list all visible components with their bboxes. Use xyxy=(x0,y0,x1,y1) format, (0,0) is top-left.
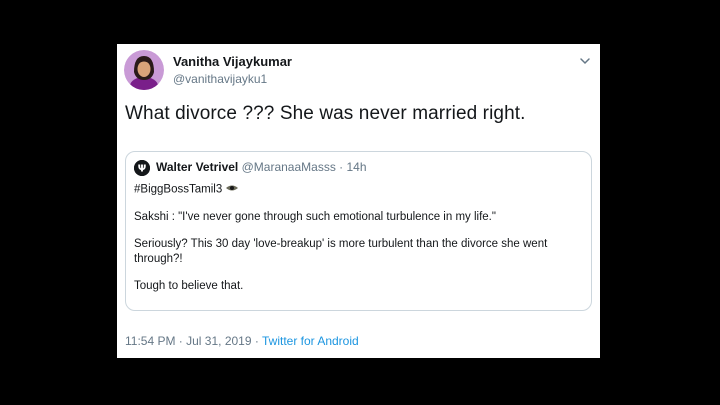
tweet-footer: 11:54 PM · Jul 31, 2019 · Twitter for An… xyxy=(125,334,359,348)
tweet-text: What divorce ??? She was never married r… xyxy=(125,103,526,124)
quoted-age: · 14h xyxy=(339,160,367,174)
author-handle[interactable]: @vanithavijayku1 xyxy=(173,72,267,86)
tweet-source-link[interactable]: Twitter for Android xyxy=(262,334,359,348)
chevron-down-icon[interactable] xyxy=(578,54,592,68)
quoted-author-handle: @MaranaaMasss xyxy=(241,160,336,174)
quoted-paragraph: Seriously? This 30 day 'love-breakup' is… xyxy=(134,237,548,265)
author-avatar[interactable] xyxy=(124,50,164,90)
quoted-paragraph: Sakshi : "I've never gone through such e… xyxy=(134,210,496,223)
quoted-tweet[interactable]: Ψ Walter Vetrivel @MaranaaMasss · 14h #B… xyxy=(125,151,592,311)
eye-emoji-icon xyxy=(225,182,239,197)
quoted-header: Walter Vetrivel @MaranaaMasss · 14h xyxy=(156,160,367,174)
author-name[interactable]: Vanitha Vijaykumar xyxy=(173,54,292,69)
svg-text:Ψ: Ψ xyxy=(138,164,147,175)
quoted-author-avatar: Ψ xyxy=(134,160,150,176)
tweet-card: Vanitha Vijaykumar @vanithavijayku1 What… xyxy=(117,44,600,358)
quoted-hashtag[interactable]: #BiggBossTamil3 xyxy=(134,184,222,196)
footer-separator: · xyxy=(251,334,262,348)
tweet-timestamp[interactable]: 11:54 PM · Jul 31, 2019 xyxy=(125,334,252,348)
quoted-body: #BiggBossTamil3 Sakshi : "I've never gon… xyxy=(134,182,582,306)
quoted-author-name: Walter Vetrivel xyxy=(156,160,239,174)
quoted-paragraph: Tough to believe that. xyxy=(134,279,244,292)
